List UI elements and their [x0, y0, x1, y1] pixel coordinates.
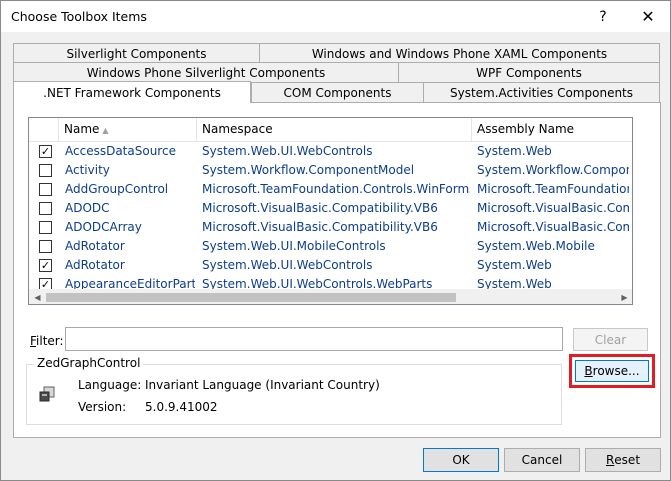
list-item[interactable]: ✓ AccessDataSource System.Web.UI.WebContro… — [29, 142, 632, 161]
component-name: ADODC — [65, 201, 110, 215]
component-namespace: Microsoft.TeamFoundation.Controls.WinFor… — [202, 182, 470, 196]
tab-wpf-components[interactable]: WPF Components — [398, 62, 660, 82]
component-namespace: Microsoft.VisualBasic.Compatibility.VB6 — [202, 220, 438, 234]
component-assembly: Microsoft.VisualBasic.Comp — [477, 220, 629, 234]
header-name-label: Name — [64, 122, 100, 136]
list-rows: ✓ AccessDataSource System.Web.UI.WebContro… — [29, 142, 632, 304]
component-namespace: System.Web.UI.WebControls — [202, 144, 373, 158]
component-assembly: System.Workflow.Compone — [477, 163, 629, 177]
row-checkbox[interactable] — [39, 221, 52, 234]
tab-system-activities-components[interactable]: System.Activities Components — [423, 82, 660, 102]
filter-label-rest: ilter: — [36, 334, 64, 348]
row-checkbox[interactable] — [39, 240, 52, 253]
version-label: Version: — [78, 400, 127, 414]
row-checkbox[interactable] — [39, 183, 52, 196]
list-item[interactable]: Activity System.Workflow.ComponentModel Sy… — [29, 161, 632, 180]
close-icon: ✕ — [641, 7, 655, 26]
list-item[interactable]: AddGroupControl Microsoft.TeamFoundation.… — [29, 180, 632, 199]
clear-button[interactable]: Clear — [573, 328, 648, 351]
components-list[interactable]: Name ▲ Namespace Assembly Name ✓ AccessDat… — [28, 117, 633, 305]
component-assembly: Microsoft.VisualBasic.Comp — [477, 201, 629, 215]
header-name[interactable]: Name ▲ — [59, 118, 197, 142]
list-header: Name ▲ Namespace Assembly Name — [29, 118, 632, 142]
component-namespace: Microsoft.VisualBasic.Compatibility.VB6 — [202, 201, 438, 215]
component-assembly: System.Web.Mobile — [477, 239, 595, 253]
header-namespace-label: Namespace — [202, 122, 273, 136]
horizontal-scroll-thumb[interactable] — [46, 293, 456, 302]
header-assembly-name[interactable]: Assembly Name — [472, 118, 632, 142]
tab-panel: Name ▲ Namespace Assembly Name ✓ AccessDat… — [13, 102, 661, 438]
component-assembly: System.Web — [477, 258, 552, 272]
component-name: AddGroupControl — [65, 182, 169, 196]
list-item[interactable]: ADODC Microsoft.VisualBasic.Compatibility… — [29, 199, 632, 218]
reset-label-accel: R — [605, 453, 615, 467]
language-label: Language: — [78, 378, 142, 392]
header-checkbox-column[interactable] — [29, 118, 59, 142]
sort-ascending-icon: ▲ — [102, 126, 109, 135]
tab-net-framework-components[interactable]: .NET Framework Components — [13, 81, 251, 103]
checkmark-icon: ✓ — [40, 259, 51, 272]
component-info-group — [26, 364, 562, 425]
window-title: Choose Toolbox Items — [11, 9, 147, 24]
filter-label: Filter: — [30, 334, 64, 348]
component-namespace: System.Web.UI.WebControls — [202, 258, 373, 272]
component-name: AccessDataSource — [65, 144, 176, 158]
version-value: 5.0.9.41002 — [145, 400, 218, 414]
component-name: AdRotator — [65, 258, 125, 272]
list-item[interactable]: ✓ AdRotator System.Web.UI.WebControls Syste… — [29, 256, 632, 275]
row-checkbox[interactable] — [39, 202, 52, 215]
row-checkbox[interactable] — [39, 164, 52, 177]
component-assembly: System.Web — [477, 144, 552, 158]
header-namespace[interactable]: Namespace — [197, 118, 472, 142]
tab-windows-phone-silverlight-components[interactable]: Windows Phone Silverlight Components — [13, 62, 399, 82]
cancel-button[interactable]: Cancel — [504, 448, 580, 472]
tab-silverlight-components[interactable]: Silverlight Components — [13, 43, 260, 63]
horizontal-scrollbar[interactable]: ◀ ▶ — [29, 289, 632, 304]
browse-highlight-box — [569, 354, 655, 388]
row-checkbox[interactable]: ✓ — [39, 259, 52, 272]
component-assembly: Microsoft.TeamFoundation — [477, 182, 629, 196]
title-bar: Choose Toolbox Items ? ✕ — [1, 1, 670, 32]
component-namespace: System.Workflow.ComponentModel — [202, 163, 415, 177]
component-name: ADODCArray — [65, 220, 142, 234]
row-checkbox[interactable]: ✓ — [39, 145, 52, 158]
tab-com-components[interactable]: COM Components — [251, 82, 424, 102]
list-item[interactable]: ADODCArray Microsoft.VisualBasic.Compatib… — [29, 218, 632, 237]
help-icon: ? — [599, 8, 607, 25]
filter-input[interactable] — [65, 327, 563, 351]
help-button[interactable]: ? — [581, 1, 625, 32]
language-value: Invariant Language (Invariant Country) — [145, 378, 380, 392]
tab-windows-xaml-components[interactable]: Windows and Windows Phone XAML Component… — [259, 43, 660, 63]
checkmark-icon: ✓ — [40, 145, 51, 158]
reset-label-rest: eset — [614, 453, 641, 467]
list-item[interactable]: AdRotator System.Web.UI.MobileControls Sys… — [29, 237, 632, 256]
close-button[interactable]: ✕ — [626, 1, 670, 32]
choose-toolbox-items-dialog: Choose Toolbox Items ? ✕ Silverlight Com… — [0, 0, 671, 481]
reset-button[interactable]: Reset — [585, 448, 661, 472]
component-name: AdRotator — [65, 239, 125, 253]
component-icon — [39, 386, 55, 402]
component-namespace: System.Web.UI.MobileControls — [202, 239, 386, 253]
ok-button[interactable]: OK — [423, 448, 499, 472]
scroll-right-icon[interactable]: ▶ — [616, 289, 632, 304]
scroll-left-icon[interactable]: ◀ — [29, 289, 46, 304]
header-assembly-label: Assembly Name — [477, 122, 575, 136]
selected-component-name: ZedGraphControl — [34, 356, 144, 370]
component-name: Activity — [65, 163, 110, 177]
